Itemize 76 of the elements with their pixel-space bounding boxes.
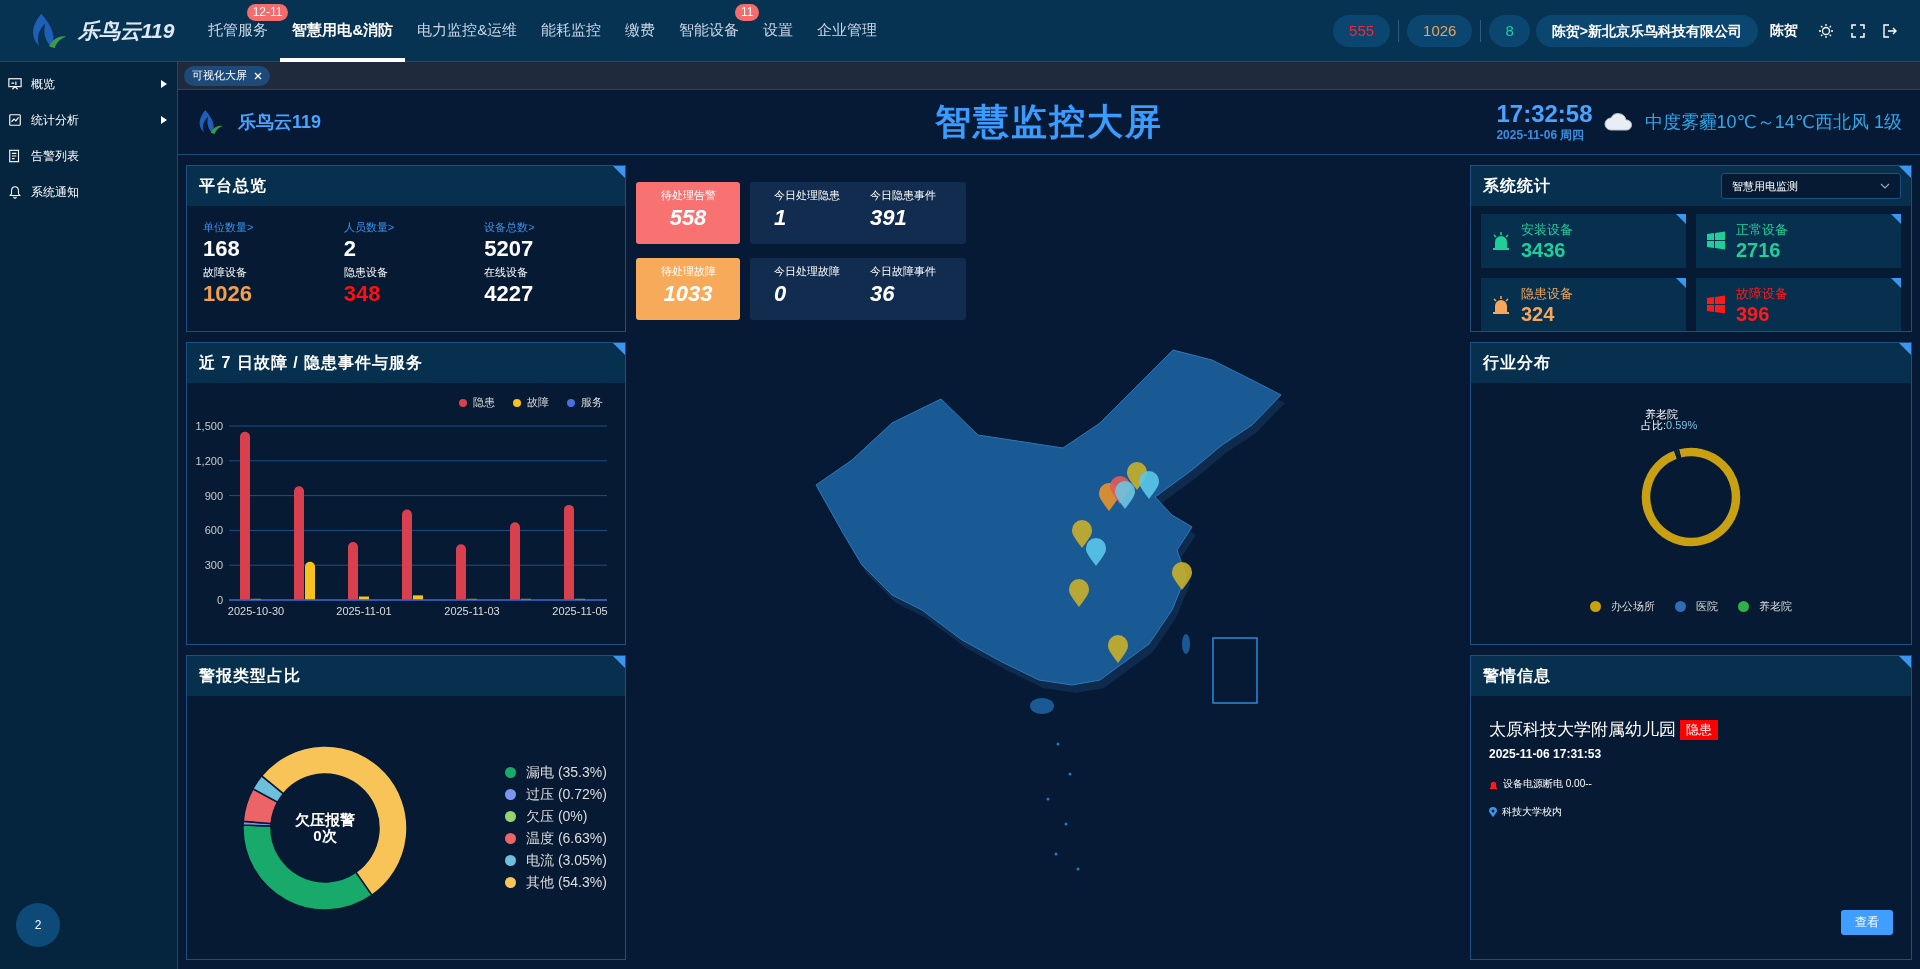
weather-text: 中度雾霾10℃～14℃西北风 1级 [1644,111,1902,134]
stat-value: 1026 [203,280,253,308]
user-name: 陈贺 [1770,21,1798,40]
panel-title: 平台总览 [199,175,267,196]
count-badge: 11 [734,3,760,21]
axis-label: 0 [216,594,223,606]
stat-value: 5207 [484,235,535,263]
stat-value: 2 [343,235,357,263]
annotation-label: 占比: [1641,420,1667,431]
tile-label: 故障设备 [1736,284,1788,303]
legend-label: 办公场所 [1611,599,1655,614]
tile-label: 安装设备 [1521,220,1573,239]
brand-name: 乐鸟云119 [238,111,322,134]
axis-label: 2025-11-05 [552,605,608,617]
axis-label: 600 [204,524,223,537]
stat-value: 168 [203,235,241,263]
legend-label: 其他 (54.3%) [526,873,607,892]
panel-title: 警情信息 [1483,665,1551,686]
stat-label: 故障设备 [203,265,248,280]
card-label: 今日隐患事件 [870,188,936,203]
donut-center-label: 欠压报警 [295,811,355,828]
card-label: 今日处理隐患 [774,188,840,203]
donut-center-value: 0次 [313,827,337,844]
legend-label: 服务 [581,395,603,410]
axis-label: 300 [204,559,223,572]
alert-location-name: 太原科技大学附属幼儿园 [1489,719,1676,741]
axis-label: 2025-11-01 [336,605,392,617]
legend-label: 欠压 (0%) [526,807,588,826]
alert-address: 科技大学校内 [1502,805,1562,819]
clock-time: 17:32:58 [1496,100,1593,127]
panel-title: 警报类型占比 [199,665,301,686]
card-value: 558 [669,204,707,232]
legend-label: 医院 [1696,599,1718,614]
tile-value: 3436 [1521,238,1567,262]
legend-label: 温度 (6.63%) [526,829,607,848]
axis-label: 1,200 [195,454,223,467]
dashboard-title: 智慧监控大屏 [935,99,1163,144]
card-label: 今日故障事件 [870,264,936,279]
panel-title: 系统统计 [1483,175,1551,196]
panel-title: 行业分布 [1483,352,1551,373]
legend-label: 隐患 [473,395,495,410]
card-value: 36 [870,280,896,308]
tile-value: 324 [1521,302,1556,326]
axis-label: 1,500 [195,420,223,432]
card-label: 待处理故障 [660,264,716,279]
panel-title: 近 7 日故障 / 隐患事件与服务 [199,352,424,373]
tile-label: 隐患设备 [1521,284,1573,303]
card-label: 待处理告警 [660,188,716,203]
legend-label: 养老院 [1759,599,1792,614]
stat-value: 4227 [484,280,535,308]
axis-label: 2025-10-30 [227,605,285,617]
annotation-value: 0.59% [1666,420,1698,431]
card-value: 0 [774,280,788,308]
stat-value: 348 [343,280,382,308]
legend-label: 故障 [527,395,549,410]
count-badge: 12-11 [246,3,289,21]
axis-label: 900 [204,489,223,502]
legend-label: 漏电 (35.3%) [526,763,607,782]
axis-label: 2025-11-03 [444,605,500,617]
brand-name: 乐鸟云119 [78,17,175,44]
stat-label: 隐患设备 [343,265,389,280]
stat-label: 在线设备 [484,265,530,280]
tile-label: 正常设备 [1736,220,1788,239]
card-value: 1033 [663,280,713,308]
legend-label: 过压 (0.72%) [526,785,607,804]
card-label: 今日处理故障 [774,264,840,279]
tile-value: 396 [1736,302,1771,326]
tile-value: 2716 [1736,238,1782,262]
card-value: 1 [774,204,788,232]
card-value: 391 [870,204,908,232]
annotation-label: 养老院 [1644,409,1679,420]
hazard-tag: 隐患 [1680,719,1718,740]
clock-date: 2025-11-06 周四 [1496,126,1586,144]
legend-label: 电流 (3.05%) [526,851,607,870]
alert-event: 设备电源断电 0.00-- [1503,777,1592,791]
alert-time: 2025-11-06 17:31:53 [1489,747,1603,761]
